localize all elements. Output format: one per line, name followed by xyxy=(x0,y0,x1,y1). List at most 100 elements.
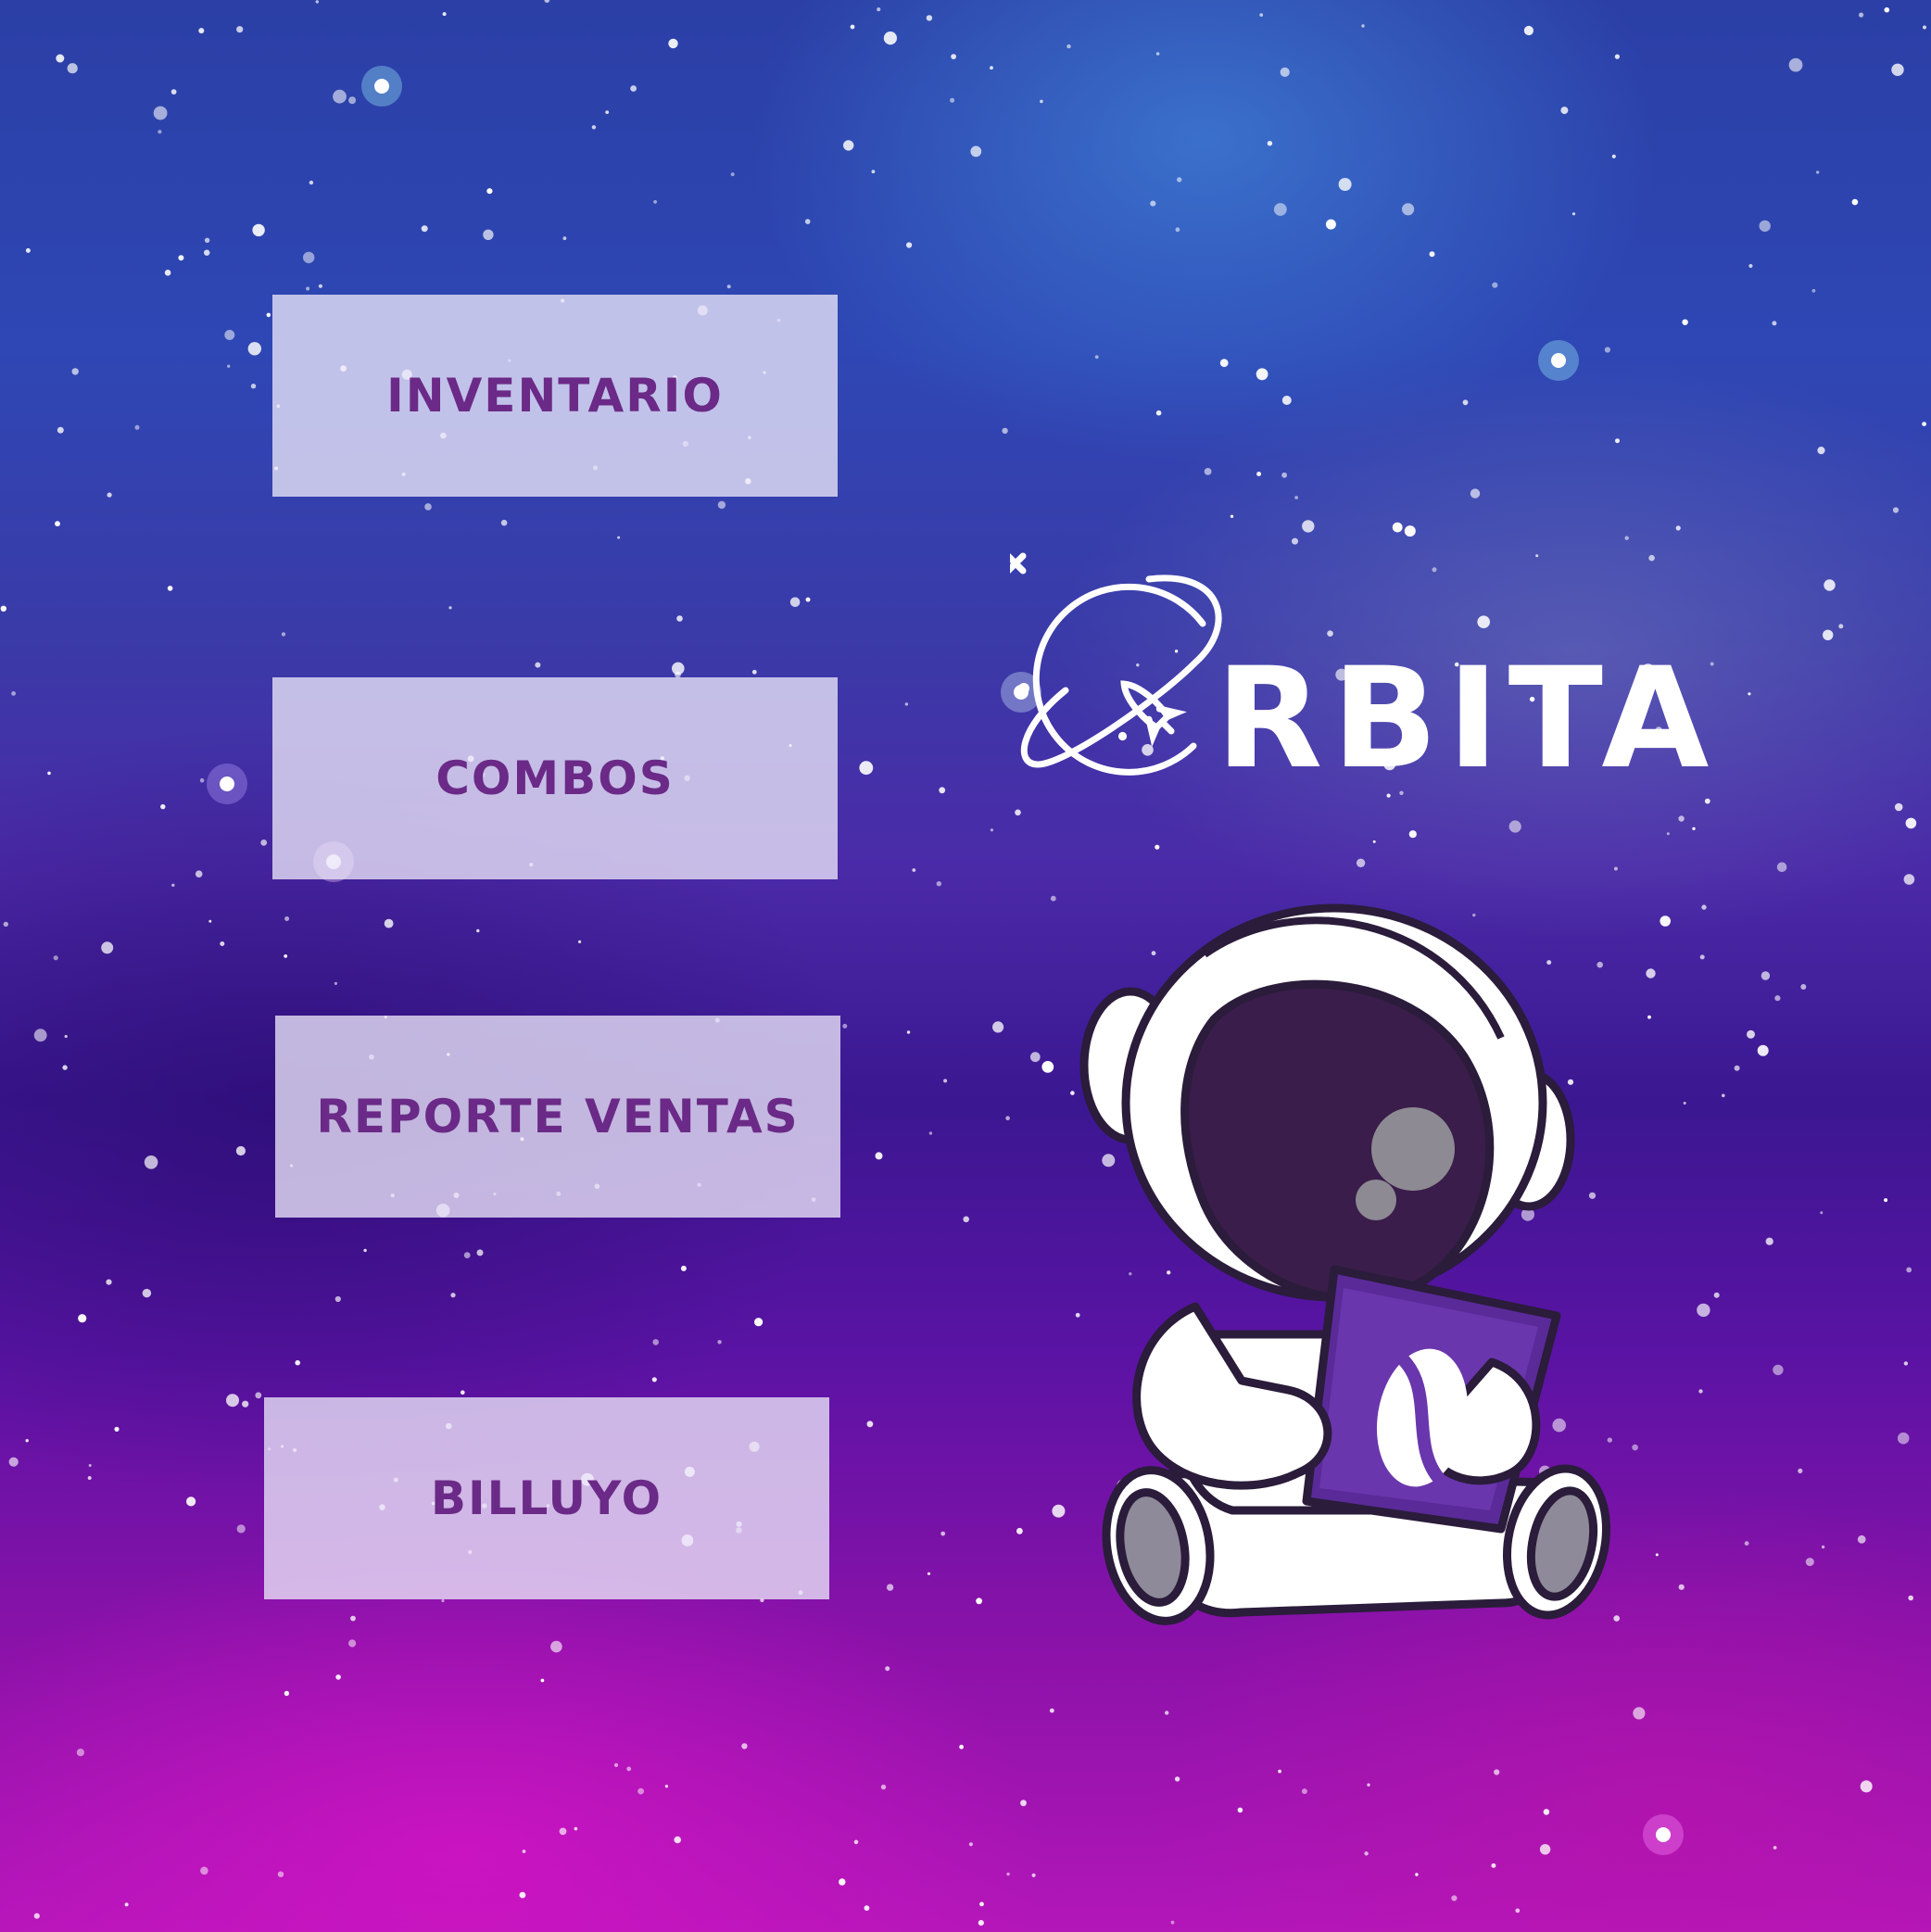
star xyxy=(1356,858,1366,867)
star xyxy=(886,1584,894,1591)
star xyxy=(334,981,337,985)
star xyxy=(1884,1198,1888,1203)
star xyxy=(1230,514,1234,518)
star xyxy=(959,1744,964,1749)
inventario-label: INVENTARIO xyxy=(386,369,724,423)
star xyxy=(1302,520,1315,533)
star xyxy=(613,1762,619,1767)
star xyxy=(1029,1052,1041,1063)
star xyxy=(144,1155,158,1169)
star xyxy=(978,1920,984,1926)
star xyxy=(1267,141,1273,146)
star xyxy=(1838,624,1844,629)
star xyxy=(195,870,203,878)
billuyo-label: BILLUYO xyxy=(430,1471,663,1525)
star xyxy=(1031,1873,1036,1877)
star xyxy=(651,1377,657,1383)
star xyxy=(1624,536,1629,540)
star xyxy=(71,368,79,375)
reporte-ventas-button[interactable]: REPORTE VENTAS xyxy=(275,1016,840,1218)
star xyxy=(559,1827,567,1836)
star xyxy=(1699,954,1705,960)
star xyxy=(11,691,16,696)
star xyxy=(348,1639,357,1648)
star xyxy=(1772,321,1777,326)
star xyxy=(550,1640,562,1653)
star xyxy=(1906,1267,1912,1273)
star xyxy=(1817,447,1825,455)
star xyxy=(255,1392,262,1399)
star xyxy=(676,615,683,622)
star xyxy=(476,928,480,933)
star xyxy=(476,1249,484,1256)
star xyxy=(859,761,874,776)
star xyxy=(1170,1920,1175,1925)
star xyxy=(1821,1545,1825,1549)
billuyo-button[interactable]: BILLUYO xyxy=(264,1397,829,1599)
star xyxy=(652,1339,659,1345)
star xyxy=(1155,52,1160,56)
star xyxy=(281,632,286,637)
star xyxy=(1744,1541,1749,1546)
star xyxy=(1451,1895,1458,1901)
star xyxy=(208,919,212,923)
star xyxy=(64,1034,68,1039)
star xyxy=(1256,472,1262,476)
star xyxy=(943,1079,948,1083)
star xyxy=(853,1839,859,1845)
star xyxy=(1492,282,1498,288)
star xyxy=(1020,1799,1027,1807)
star xyxy=(1701,904,1707,910)
star xyxy=(992,1021,1004,1033)
star xyxy=(334,1295,341,1303)
star xyxy=(106,1279,112,1285)
star xyxy=(1361,24,1365,28)
star xyxy=(266,312,271,318)
star xyxy=(574,1826,578,1831)
star xyxy=(578,940,582,944)
star xyxy=(442,12,447,17)
star xyxy=(186,1496,196,1507)
star xyxy=(1415,1873,1419,1876)
star xyxy=(1256,368,1268,381)
combos-button[interactable]: COMBOS xyxy=(272,677,838,879)
star xyxy=(1678,1584,1685,1590)
star xyxy=(1682,319,1688,325)
star xyxy=(653,200,657,204)
star xyxy=(940,1531,946,1536)
star xyxy=(1894,802,1903,812)
star xyxy=(717,500,726,510)
star xyxy=(979,1901,984,1907)
star xyxy=(1094,355,1099,360)
glow-star-core xyxy=(1656,1827,1671,1842)
star xyxy=(1429,251,1435,258)
star xyxy=(1884,6,1890,13)
star xyxy=(335,1674,341,1680)
star xyxy=(637,1787,644,1795)
star xyxy=(1683,1102,1686,1105)
star xyxy=(1408,830,1417,839)
inventario-button[interactable]: INVENTARIO xyxy=(272,295,838,497)
star xyxy=(741,1743,748,1749)
star xyxy=(1364,1851,1369,1856)
star xyxy=(912,868,916,872)
star xyxy=(591,125,597,130)
star xyxy=(617,536,621,539)
star xyxy=(1897,1432,1910,1445)
star xyxy=(843,140,854,151)
star xyxy=(1292,537,1298,545)
star xyxy=(963,1216,969,1223)
star xyxy=(726,284,731,289)
star xyxy=(976,1597,982,1605)
star xyxy=(448,606,452,610)
star xyxy=(864,1905,870,1912)
star xyxy=(1860,1780,1873,1793)
star xyxy=(1908,1595,1913,1601)
star xyxy=(1177,177,1182,183)
star xyxy=(1367,1783,1370,1787)
star xyxy=(33,1029,47,1042)
star xyxy=(839,1878,846,1886)
star xyxy=(486,188,493,195)
star xyxy=(1646,968,1656,979)
star xyxy=(236,26,244,33)
